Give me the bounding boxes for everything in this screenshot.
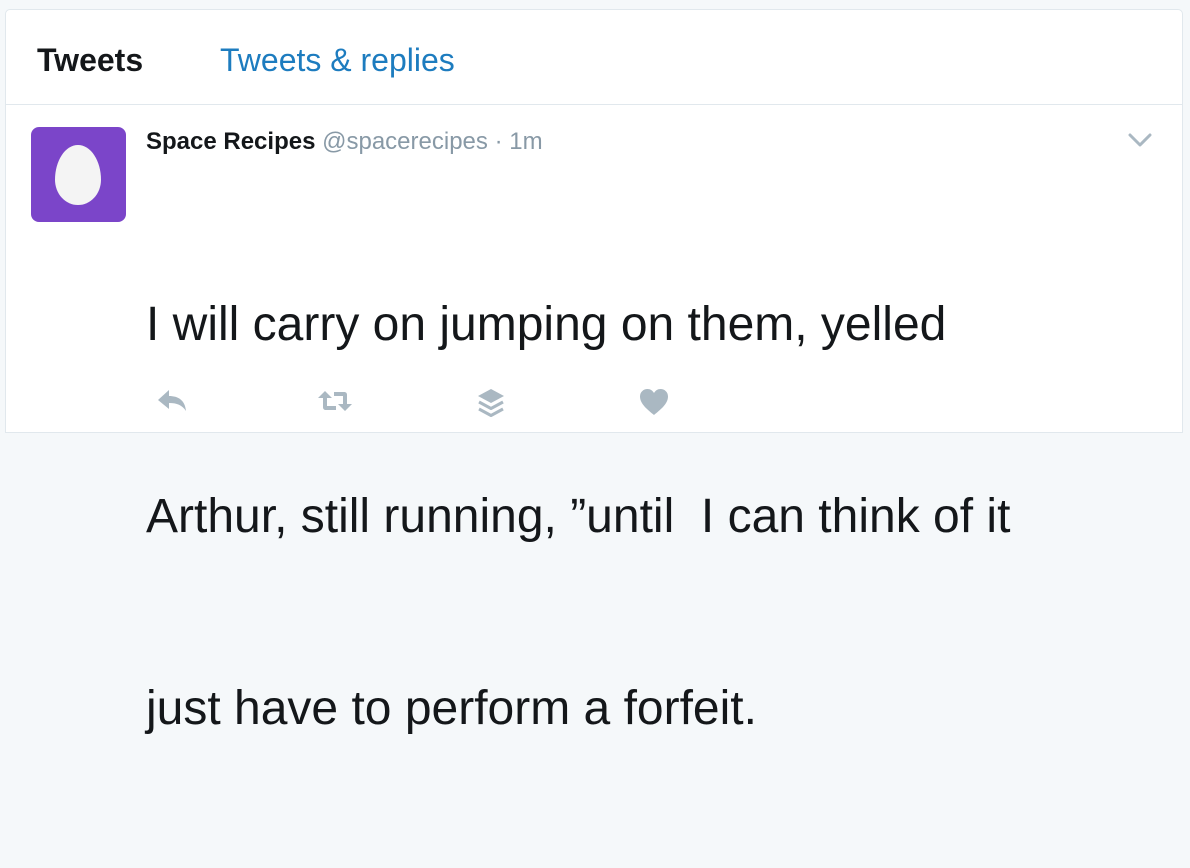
- tab-tweets-and-replies[interactable]: Tweets & replies: [220, 40, 455, 80]
- tweets-card: Tweets Tweets & replies Space Recipes @s…: [5, 9, 1183, 735]
- tweet-text-line: Arthur, still running, ”until I can thin…: [146, 490, 1011, 543]
- chevron-down-icon: [1128, 133, 1152, 147]
- heart-icon: [640, 389, 668, 415]
- tweet-menu-button[interactable]: [1126, 129, 1154, 151]
- tweet-header: Space Recipes @spacerecipes · 1m: [146, 125, 543, 159]
- tweet-fullname[interactable]: Space Recipes: [146, 128, 315, 155]
- reply-button[interactable]: [152, 381, 192, 421]
- tab-tweets[interactable]: Tweets: [37, 40, 143, 80]
- profile-tabs: Tweets Tweets & replies: [6, 10, 1182, 105]
- avatar[interactable]: [31, 127, 126, 222]
- tweet-separator: ·: [494, 128, 503, 155]
- tweet-text-line: just have to perform a forfeit.: [146, 682, 757, 735]
- tweet-timestamp[interactable]: 1m: [509, 128, 542, 155]
- layers-icon: [478, 389, 504, 417]
- tweet-text-line: I will carry on jumping on them, yelled: [146, 298, 947, 351]
- stack-button[interactable]: [472, 381, 512, 421]
- tweet-text: I will carry on jumping on them, yelled …: [146, 165, 1146, 868]
- tweet-actions: [146, 381, 746, 421]
- tweet-username[interactable]: @spacerecipes: [322, 128, 488, 155]
- retweet-button[interactable]: [312, 381, 352, 421]
- egg-avatar-icon: [55, 145, 101, 205]
- tweet-item[interactable]: Space Recipes @spacerecipes · 1m I will …: [6, 105, 1182, 735]
- reply-icon: [158, 390, 186, 411]
- retweet-icon: [318, 391, 352, 411]
- like-button[interactable]: [634, 381, 674, 421]
